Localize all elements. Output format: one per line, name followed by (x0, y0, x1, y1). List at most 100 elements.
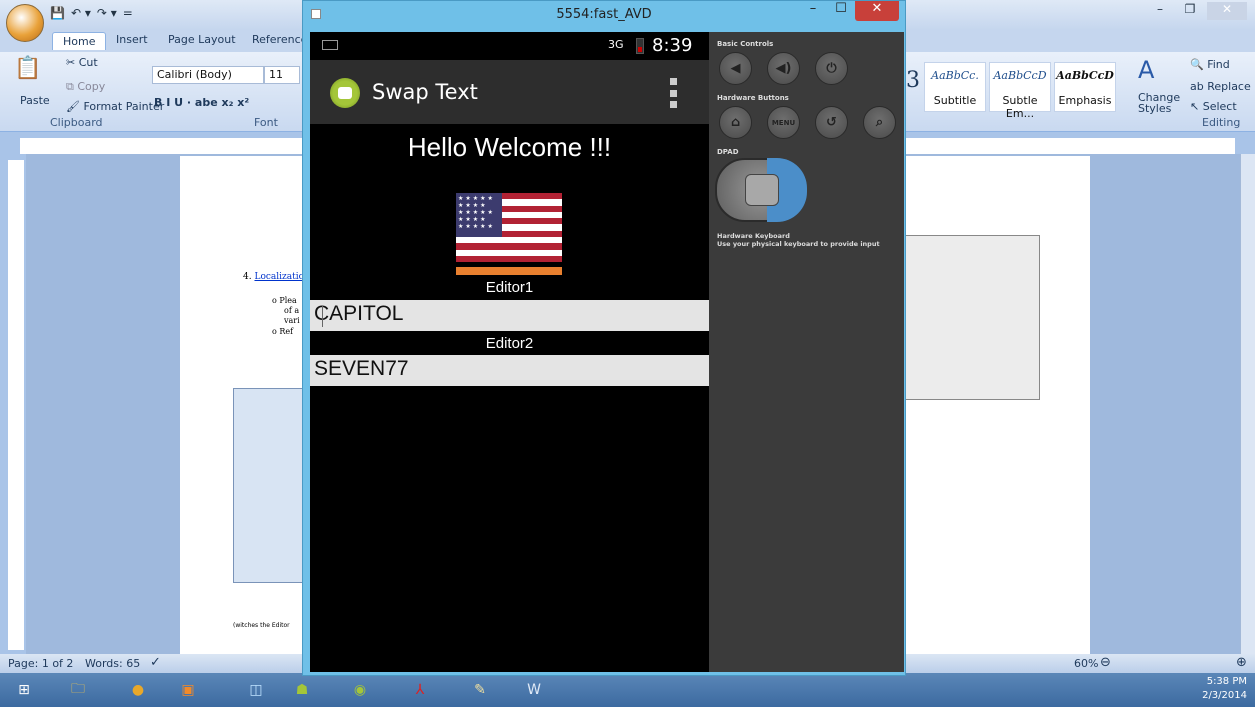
keyboard-hint: Use your physical keyboard to provide in… (717, 240, 880, 248)
list-number: 4. (243, 272, 252, 282)
cut-button[interactable]: ✂ Cut (66, 56, 98, 69)
virtualbox-icon[interactable]: ◫ (236, 675, 276, 705)
avd-window-controls: – ☐ ✕ (799, 1, 899, 21)
style-name: Subtle Em... (1002, 94, 1038, 120)
android-status-bar: 3G 8:39 (310, 32, 709, 60)
editor2-field[interactable]: SEVEN77 (310, 355, 709, 386)
select-button[interactable]: ↖ Select (1190, 100, 1237, 113)
emulator-controls-panel: Basic Controls ◀ ◀) ⏻ Hardware Buttons ⌂… (709, 32, 904, 672)
taskbar: ⊞ 🗀 ● ▣ ◫ ☗ ◉ ⅄ ✎ W 5:38 PM 2/3/2014 (0, 673, 1255, 707)
font-size-box[interactable]: 11 (264, 66, 300, 84)
action-bar: Swap Text (310, 60, 709, 124)
doc-list-item: 4. Localizatic (243, 272, 304, 282)
customize-qat-icon[interactable]: = (123, 6, 133, 20)
editor2-label: Editor2 (485, 335, 534, 352)
avd-icon[interactable]: ◉ (340, 675, 380, 705)
hardware-keyboard-info: Hardware Keyboard Use your physical keyb… (717, 232, 880, 248)
style-sample: AaBbCcD (1056, 69, 1114, 82)
minimize-button[interactable]: – (799, 1, 827, 21)
paste-icon[interactable]: 📋 (14, 56, 41, 81)
quick-access-toolbar[interactable]: 💾 ↶ ▾ ↷ ▾ = (50, 6, 133, 20)
welcome-text: Hello Welcome !!! (407, 132, 612, 162)
android-sdk-icon[interactable]: ☗ (282, 675, 322, 705)
dpad-heading: DPAD (717, 148, 739, 156)
replace-label: Replace (1207, 80, 1251, 93)
tab-page-layout[interactable]: Page Layout (168, 33, 236, 46)
zoom-level[interactable]: 60% (1074, 657, 1098, 670)
keyboard-title: Hardware Keyboard (717, 232, 790, 240)
avd-emulator-window[interactable]: 5554:fast_AVD – ☐ ✕ 3G 8:39 Swap Text He… (302, 0, 906, 676)
minimize-button[interactable]: – (1147, 2, 1173, 20)
change-styles-button[interactable]: Change Styles (1138, 92, 1182, 114)
file-explorer-icon[interactable]: 🗀 (58, 675, 98, 705)
search-icon[interactable]: ⌕ (863, 106, 896, 139)
app-icon[interactable]: ▣ (168, 675, 208, 705)
tab-home[interactable]: Home (52, 32, 107, 50)
close-button[interactable]: ✕ (855, 1, 899, 21)
editor1-field[interactable]: CAPITOL (310, 300, 709, 331)
page-count[interactable]: Page: 1 of 2 (8, 657, 73, 670)
flag-base (456, 267, 562, 275)
replace-button[interactable]: ab Replace (1190, 80, 1251, 93)
volume-up-icon[interactable]: ◀) (767, 52, 800, 85)
overflow-menu-icon[interactable] (670, 78, 678, 108)
embedded-screenshot-image (905, 235, 1040, 400)
cut-label: Cut (78, 56, 98, 69)
change-styles-icon[interactable]: A (1138, 56, 1154, 84)
menu-button[interactable]: MENU (767, 106, 800, 139)
find-button[interactable]: 🔍 Find (1190, 58, 1230, 71)
style-subtitle[interactable]: AaBbCc. Subtitle (924, 62, 986, 112)
editor2-value: SEVEN77 (314, 357, 409, 380)
chrome-icon[interactable]: ● (118, 675, 158, 705)
tray-date: 2/3/2014 (1202, 690, 1247, 701)
word-icon[interactable]: W (514, 675, 554, 705)
back-icon[interactable]: ↺ (815, 106, 848, 139)
format-painter-label: Format Painter (83, 100, 165, 113)
font-name-box[interactable]: Calibri (Body) (152, 66, 264, 84)
acrobat-icon[interactable]: ⅄ (400, 675, 440, 705)
style-subtle-emphasis[interactable]: AaBbCcD Subtle Em... (989, 62, 1051, 120)
app-title: Swap Text (372, 80, 478, 104)
font-format-toolbar[interactable]: B I U · abe x₂ x² (154, 96, 249, 109)
power-icon[interactable]: ⏻ (815, 52, 848, 85)
restore-button[interactable]: ❐ (1177, 2, 1203, 20)
format-painter-button[interactable]: 🖌 Format Painter (66, 100, 164, 113)
tab-insert[interactable]: Insert (116, 33, 148, 46)
proofing-icon[interactable]: ✓ (150, 655, 161, 670)
paint-icon[interactable]: ✎ (460, 675, 500, 705)
close-button[interactable]: ✕ (1207, 2, 1247, 20)
zoom-out-icon[interactable]: ⊖ (1100, 655, 1111, 670)
zoom-in-icon[interactable]: ⊕ (1236, 655, 1247, 670)
dpad-center-button[interactable] (745, 174, 779, 206)
undo-icon[interactable]: ↶ ▾ (71, 6, 91, 20)
style-emphasis[interactable]: AaBbCcD Emphasis (1054, 62, 1116, 112)
home-icon[interactable]: ⌂ (719, 106, 752, 139)
localization-link[interactable]: Localizatic (254, 272, 303, 282)
find-label: Find (1207, 58, 1230, 71)
office-button[interactable] (6, 4, 44, 42)
word-window-controls: – ❐ ✕ (1147, 2, 1247, 20)
vertical-scrollbar[interactable] (1240, 154, 1255, 654)
app-content: Hello Welcome !!! ★★★★★ ★★★★ ★★★★★ ★★★★ … (310, 124, 709, 672)
doc-caption: (witches the Editor (233, 622, 290, 629)
dpad-control[interactable] (715, 158, 807, 222)
editor1-label: Editor1 (485, 279, 534, 296)
vertical-ruler[interactable] (8, 160, 24, 650)
redo-icon[interactable]: ↷ ▾ (97, 6, 117, 20)
paste-button[interactable]: Paste (20, 94, 50, 107)
save-icon[interactable]: 💾 (50, 6, 65, 20)
maximize-button[interactable]: ☐ (827, 1, 855, 21)
avd-titlebar[interactable]: 5554:fast_AVD – ☐ ✕ (303, 1, 905, 31)
clipboard-group-label: Clipboard (50, 116, 103, 129)
android-app-icon[interactable] (330, 78, 360, 108)
volume-down-icon[interactable]: ◀ (719, 52, 752, 85)
battery-icon (636, 38, 644, 54)
style-sample: AaBbCcD (993, 69, 1047, 82)
tray-clock[interactable]: 5:38 PM 2/3/2014 (1202, 675, 1247, 703)
embedded-screenshot-image (233, 388, 313, 583)
phone-screen[interactable]: 3G 8:39 Swap Text Hello Welcome !!! ★★★★… (310, 32, 709, 672)
word-count[interactable]: Words: 65 (85, 657, 140, 670)
windows-start-icon[interactable]: ⊞ (4, 675, 44, 705)
flag-stars: ★★★★★ ★★★★ ★★★★★ ★★★★ ★★★★★ (456, 193, 502, 237)
copy-button[interactable]: ⧉ Copy (66, 80, 105, 94)
